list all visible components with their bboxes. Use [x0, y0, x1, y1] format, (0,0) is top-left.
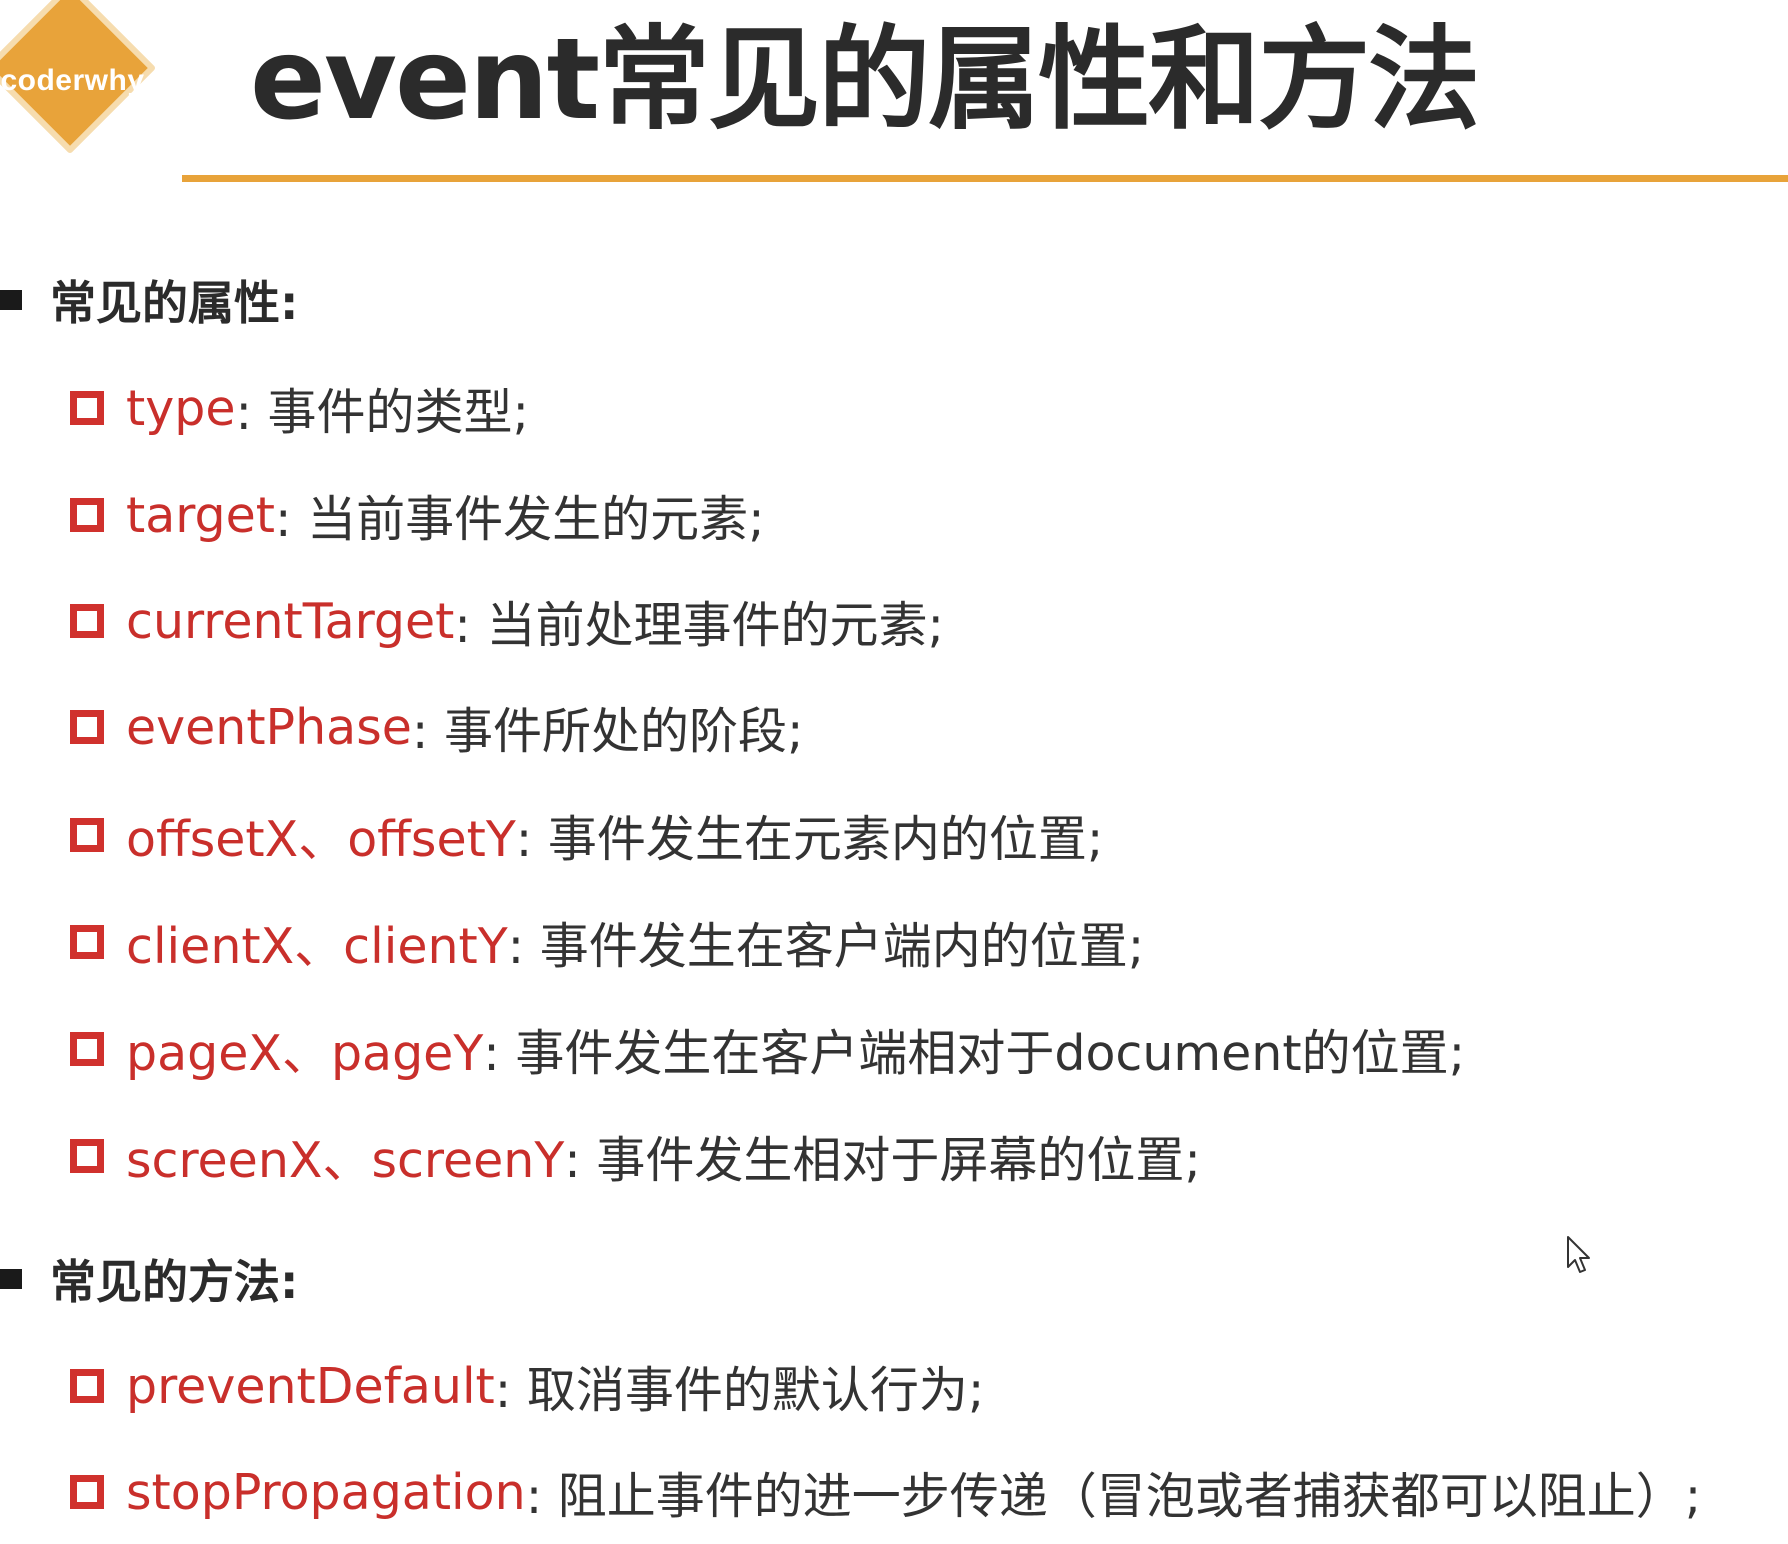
property-description: : 事件所处的阶段; [411, 702, 804, 760]
list-item: eventPhase : 事件所处的阶段; [70, 692, 803, 762]
title-divider [182, 175, 1788, 182]
square-bullet-icon [0, 290, 22, 310]
hollow-square-bullet-icon [70, 925, 104, 959]
hollow-square-bullet-icon [70, 1139, 104, 1173]
method-description: : 阻止事件的进一步传递（冒泡或者捕获都可以阻止）; [525, 1467, 1702, 1525]
property-name: target [126, 486, 275, 544]
hollow-square-bullet-icon [70, 391, 104, 425]
page-title: event常见的属性和方法 [250, 15, 1480, 145]
section-heading-label: 常见的属性: [50, 276, 299, 330]
list-item: preventDefault : 取消事件的默认行为; [70, 1351, 984, 1421]
list-item: offsetX、offsetY : 事件发生在元素内的位置; [70, 800, 1103, 870]
logo: coderwhy [0, 0, 160, 158]
method-name: stopPropagation [126, 1463, 526, 1521]
property-description: : 事件发生相对于屏幕的位置; [564, 1131, 1201, 1189]
list-item: clientX、clientY : 事件发生在客户端内的位置; [70, 907, 1144, 977]
hollow-square-bullet-icon [70, 710, 104, 744]
property-name: offsetX、offsetY [126, 810, 516, 868]
mouse-pointer-icon [1567, 1236, 1590, 1273]
square-bullet-icon [0, 1269, 22, 1289]
list-item: stopPropagation : 阻止事件的进一步传递（冒泡或者捕获都可以阻止… [70, 1457, 1701, 1527]
property-description: : 事件的类型; [235, 383, 530, 441]
list-item: currentTarget : 当前处理事件的元素; [70, 586, 944, 656]
hollow-square-bullet-icon [70, 498, 104, 532]
hollow-square-bullet-icon [70, 818, 104, 852]
section-heading-properties: 常见的属性: [0, 268, 298, 332]
property-name: pageX、pageY [126, 1024, 484, 1082]
property-description: : 事件发生在客户端相对于document的位置; [483, 1024, 1466, 1082]
method-name: preventDefault [126, 1357, 495, 1415]
property-description: : 事件发生在元素内的位置; [515, 810, 1104, 868]
list-item: pageX、pageY : 事件发生在客户端相对于document的位置; [70, 1014, 1465, 1084]
method-description: : 取消事件的默认行为; [494, 1361, 985, 1419]
list-item: screenX、screenY : 事件发生相对于屏幕的位置; [70, 1121, 1201, 1191]
hollow-square-bullet-icon [70, 1475, 104, 1509]
property-name: clientX、clientY [126, 917, 508, 975]
hollow-square-bullet-icon [70, 604, 104, 638]
hollow-square-bullet-icon [70, 1032, 104, 1066]
logo-text: coderwhy [0, 64, 145, 97]
list-item: target : 当前事件发生的元素; [70, 480, 765, 550]
hollow-square-bullet-icon [70, 1369, 104, 1403]
property-description: : 事件发生在客户端内的位置; [507, 917, 1145, 975]
property-name: currentTarget [126, 592, 455, 650]
property-description: : 当前事件发生的元素; [275, 490, 765, 548]
property-description: : 当前处理事件的元素; [454, 596, 944, 654]
property-name: eventPhase [126, 698, 412, 756]
section-heading-label: 常见的方法: [50, 1255, 299, 1309]
property-name: type [126, 379, 236, 437]
property-name: screenX、screenY [126, 1131, 565, 1189]
list-item: type : 事件的类型; [70, 373, 529, 443]
section-heading-methods: 常见的方法: [0, 1247, 298, 1311]
